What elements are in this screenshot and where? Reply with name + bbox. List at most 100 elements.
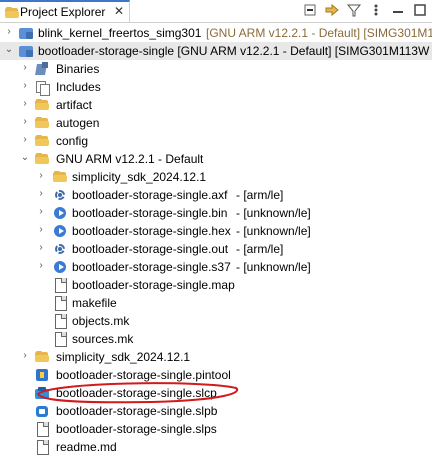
- maximize-icon[interactable]: [412, 2, 428, 18]
- file-icon: [52, 313, 68, 329]
- file-icon: [34, 439, 50, 455]
- tree-item-axf[interactable]: › bootloader-storage-single.axf - [arm/l…: [0, 186, 432, 204]
- tree-item-suffix: - [arm/le]: [236, 242, 284, 256]
- tree-item-label: readme.md: [56, 440, 117, 454]
- tree-item-label: simplicity_sdk_2024.12.1: [56, 350, 191, 364]
- tree-item-label: bootloader-storage-single [GNU ARM v12.2…: [38, 44, 430, 58]
- tree-item-bin[interactable]: › bootloader-storage-single.bin - [unkno…: [0, 204, 432, 222]
- link-with-editor-icon[interactable]: [324, 2, 340, 18]
- view-menu-icon[interactable]: [368, 2, 384, 18]
- tree-item-label: blink_kernel_freertos_simg301: [38, 26, 202, 40]
- filter-icon[interactable]: [346, 2, 362, 18]
- tree-item-label: artifact: [56, 98, 93, 112]
- chevron-right-icon[interactable]: ›: [36, 243, 46, 253]
- tree-item-objects-mk[interactable]: objects.mk: [0, 312, 432, 330]
- tree-item-suffix: - [unknown/le]: [236, 260, 311, 274]
- tab-title: Project Explorer: [20, 5, 106, 19]
- tree-item-label: bootloader-storage-single.slpb: [56, 404, 218, 418]
- gear-icon: [52, 187, 68, 203]
- tree-item-map[interactable]: bootloader-storage-single.map: [0, 276, 432, 294]
- tree-item-suffix: [GNU ARM v12.2.1 - Default] [SIMG301M1: [206, 26, 432, 40]
- tree-item-slpb[interactable]: bootloader-storage-single.slpb: [0, 402, 432, 420]
- view-header: Project Explorer ✕: [0, 0, 432, 23]
- tree-item-out[interactable]: › bootloader-storage-single.out - [arm/l…: [0, 240, 432, 258]
- tree-item-makefile[interactable]: makefile: [0, 294, 432, 312]
- tree-item-slps[interactable]: bootloader-storage-single.slps: [0, 420, 432, 438]
- tree-item-label: Includes: [56, 80, 101, 94]
- folder-icon: [34, 349, 50, 365]
- tree-item-simplicity-sdk[interactable]: › simplicity_sdk_2024.12.1: [0, 348, 432, 366]
- tree-item-label: makefile: [72, 296, 117, 310]
- tree-item-suffix: - [unknown/le]: [236, 206, 311, 220]
- tree-item-label: autogen: [56, 116, 100, 130]
- gear-icon: [52, 241, 68, 257]
- tree-item-autogen[interactable]: › autogen: [0, 114, 432, 132]
- tree-item-config[interactable]: › config: [0, 132, 432, 150]
- file-icon: [52, 295, 68, 311]
- tree-item-binaries[interactable]: › Binaries: [0, 60, 432, 78]
- tree-item-label: bootloader-storage-single.slps: [56, 422, 217, 436]
- tree-item-suffix: - [arm/le]: [236, 188, 284, 202]
- chevron-right-icon[interactable]: ›: [20, 351, 30, 361]
- project-explorer-tab[interactable]: Project Explorer ✕: [0, 0, 130, 22]
- tree-item-artifact[interactable]: › artifact: [0, 96, 432, 114]
- tree-item-label: bootloader-storage-single.map: [72, 278, 235, 292]
- tree-item-label: bootloader-storage-single.hex: [72, 224, 231, 238]
- tree-item-blink-kernel[interactable]: › blink_kernel_freertos_simg301 [GNU ARM…: [0, 24, 432, 42]
- file-icon: [52, 331, 68, 347]
- view-toolbar: [302, 2, 428, 18]
- folder-icon: [52, 169, 68, 185]
- tree-item-readme[interactable]: readme.md: [0, 438, 432, 456]
- chevron-right-icon[interactable]: ›: [36, 261, 46, 271]
- chevron-right-icon[interactable]: ›: [36, 171, 46, 181]
- tree-item-label: simplicity_sdk_2024.12.1: [72, 170, 207, 184]
- chevron-right-icon[interactable]: ›: [36, 189, 46, 199]
- minimize-icon[interactable]: [390, 2, 406, 18]
- tree-item-s37[interactable]: › bootloader-storage-single.s37 - [unkno…: [0, 258, 432, 276]
- tree-item-label: bootloader-storage-single.bin: [72, 206, 228, 220]
- chevron-down-icon[interactable]: ⌄: [20, 153, 30, 163]
- binaries-icon: [34, 61, 50, 77]
- play-circle-icon: [52, 205, 68, 221]
- tree-item-suffix: - [unknown/le]: [236, 224, 311, 238]
- tree-item-label: bootloader-storage-single.axf: [72, 188, 228, 202]
- chevron-down-icon[interactable]: ⌄: [4, 45, 14, 55]
- includes-icon: [34, 79, 50, 96]
- project-icon: [18, 43, 34, 59]
- red-annotation-ellipse: [36, 382, 239, 404]
- chevron-right-icon[interactable]: ›: [36, 225, 46, 235]
- chevron-right-icon[interactable]: ›: [4, 27, 14, 37]
- play-circle-icon: [52, 223, 68, 239]
- chevron-right-icon[interactable]: ›: [20, 117, 30, 127]
- file-icon: [34, 421, 50, 437]
- chevron-right-icon[interactable]: ›: [20, 135, 30, 145]
- close-icon[interactable]: ✕: [114, 4, 124, 18]
- collapse-all-icon[interactable]: [302, 2, 318, 18]
- tree-item-label: bootloader-storage-single.out: [72, 242, 229, 256]
- folder-icon: [34, 97, 50, 113]
- chevron-right-icon[interactable]: ›: [20, 81, 30, 91]
- folder-icon: [34, 151, 50, 167]
- tree-item-label: sources.mk: [72, 332, 134, 346]
- tree-item-sources-mk[interactable]: sources.mk: [0, 330, 432, 348]
- tree-item-label: objects.mk: [72, 314, 130, 328]
- project-icon: [18, 25, 34, 41]
- tree-item-label: GNU ARM v12.2.1 - Default: [56, 152, 204, 166]
- tree-item-label: config: [56, 134, 89, 148]
- chevron-right-icon[interactable]: ›: [36, 207, 46, 217]
- tree-item-includes[interactable]: › Includes: [0, 78, 432, 96]
- tree-item-label: Binaries: [56, 62, 100, 76]
- tree-item-gnu-arm[interactable]: ⌄ GNU ARM v12.2.1 - Default: [0, 150, 432, 168]
- folder-icon: [34, 133, 50, 149]
- chevron-right-icon[interactable]: ›: [20, 63, 30, 73]
- slpb-icon: [34, 403, 50, 419]
- chevron-right-icon[interactable]: ›: [20, 99, 30, 109]
- tree-item-simplicity-sdk-build[interactable]: › simplicity_sdk_2024.12.1: [0, 168, 432, 186]
- file-icon: [52, 277, 68, 293]
- play-circle-icon: [52, 259, 68, 275]
- folder-icon: [34, 115, 50, 131]
- tree-item-bootloader-project[interactable]: ⌄ bootloader-storage-single [GNU ARM v12…: [0, 42, 432, 60]
- tree-item-label: bootloader-storage-single.s37: [72, 260, 231, 274]
- project-explorer-icon: [4, 5, 19, 19]
- tree-item-hex[interactable]: › bootloader-storage-single.hex - [unkno…: [0, 222, 432, 240]
